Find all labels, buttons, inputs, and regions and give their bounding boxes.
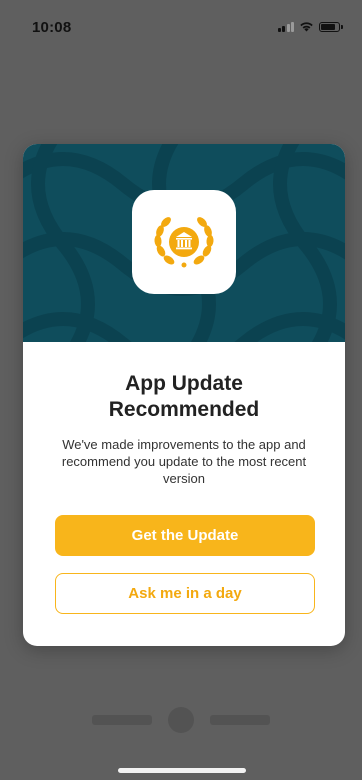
dialog-body: App Update Recommended We've made improv… — [23, 342, 345, 646]
home-indicator[interactable] — [118, 768, 246, 773]
dialog-header — [23, 144, 345, 342]
get-update-button[interactable]: Get the Update — [55, 515, 315, 556]
dialog-title-text: App Update Recommended — [108, 372, 260, 421]
battery-icon — [319, 22, 343, 32]
update-dialog: App Update Recommended We've made improv… — [23, 144, 345, 646]
wifi-icon — [300, 22, 313, 32]
remind-later-button[interactable]: Ask me in a day — [55, 573, 315, 614]
background-logo-icon — [92, 705, 270, 735]
laurel-bank-logo-icon — [154, 217, 214, 268]
dialog-title: App Update Recommended — [23, 371, 345, 423]
app-icon — [132, 190, 236, 294]
status-bar: 10:08 — [0, 0, 362, 44]
cellular-signal-icon — [277, 21, 294, 32]
status-time: 10:08 — [32, 19, 72, 36]
phone-screen: 10:08 App Update Recommended We've made … — [0, 0, 362, 780]
dialog-message: We've made improvements to the app and r… — [61, 437, 307, 486]
status-icons — [277, 21, 343, 32]
